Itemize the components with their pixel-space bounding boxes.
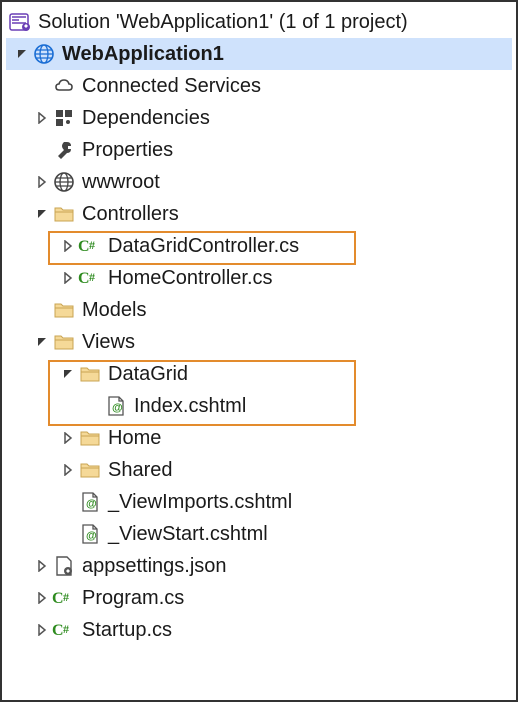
home-controller-label: HomeController.cs [108, 267, 273, 290]
web-project-icon [32, 42, 56, 66]
tree-row-datagrid-controller[interactable]: C# DataGridController.cs [6, 230, 512, 262]
svg-text:C: C [52, 590, 64, 607]
tree-row-home-controller[interactable]: C# HomeController.cs [6, 262, 512, 294]
tree-row-views[interactable]: Views [6, 326, 512, 358]
tree-row-shared-folder[interactable]: Shared [6, 454, 512, 486]
svg-text:#: # [63, 590, 69, 604]
tree-row-wwwroot[interactable]: wwwroot [6, 166, 512, 198]
program-label: Program.cs [82, 587, 184, 610]
tree-row-dependencies[interactable]: Dependencies [6, 102, 512, 134]
cshtml-file-icon: @ [104, 394, 128, 418]
svg-text:C: C [78, 270, 90, 287]
shared-folder-label: Shared [108, 459, 173, 482]
svg-text:#: # [89, 238, 95, 252]
svg-text:#: # [89, 270, 95, 284]
appsettings-label: appsettings.json [82, 555, 227, 578]
datagrid-controller-label: DataGridController.cs [108, 235, 299, 258]
svg-text:@: @ [86, 498, 97, 510]
expander-closed-icon[interactable] [58, 460, 78, 480]
tree-row-index-cshtml[interactable]: @ Index.cshtml [6, 390, 512, 422]
expander-closed-icon[interactable] [58, 268, 78, 288]
expander-open-icon[interactable] [58, 364, 78, 384]
viewstart-label: _ViewStart.cshtml [108, 523, 268, 546]
startup-label: Startup.cs [82, 619, 172, 642]
tree-row-appsettings[interactable]: appsettings.json [6, 550, 512, 582]
svg-text:@: @ [112, 402, 123, 414]
expander-closed-icon[interactable] [32, 108, 52, 128]
connected-services-label: Connected Services [82, 75, 261, 98]
expander-open-icon[interactable] [12, 44, 32, 64]
csharp-file-icon: C# [52, 586, 76, 610]
wrench-icon [52, 138, 76, 162]
folder-icon [78, 426, 102, 450]
tree-row-datagrid-folder[interactable]: DataGrid [6, 358, 512, 390]
cshtml-file-icon: @ [78, 490, 102, 514]
folder-icon [78, 458, 102, 482]
svg-text:C: C [78, 238, 90, 255]
csharp-file-icon: C# [78, 266, 102, 290]
solution-explorer-tree: Solution 'WebApplication1' (1 of 1 proje… [6, 6, 512, 646]
viewimports-label: _ViewImports.cshtml [108, 491, 292, 514]
expander-open-icon[interactable] [32, 204, 52, 224]
solution-icon [8, 10, 32, 34]
svg-text:#: # [63, 622, 69, 636]
properties-label: Properties [82, 139, 173, 162]
tree-row-properties[interactable]: Properties [6, 134, 512, 166]
tree-row-project[interactable]: WebApplication1 [6, 38, 512, 70]
tree-row-connected-services[interactable]: Connected Services [6, 70, 512, 102]
folder-icon [52, 330, 76, 354]
json-file-icon [52, 554, 76, 578]
tree-row-viewimports[interactable]: @ _ViewImports.cshtml [6, 486, 512, 518]
models-label: Models [82, 299, 146, 322]
expander-closed-icon[interactable] [58, 236, 78, 256]
tree-row-solution[interactable]: Solution 'WebApplication1' (1 of 1 proje… [6, 6, 512, 38]
tree-row-startup[interactable]: C# Startup.cs [6, 614, 512, 646]
tree-row-viewstart[interactable]: @ _ViewStart.cshtml [6, 518, 512, 550]
folder-icon [78, 362, 102, 386]
cshtml-file-icon: @ [78, 522, 102, 546]
expander-closed-icon[interactable] [32, 172, 52, 192]
home-folder-label: Home [108, 427, 161, 450]
dependencies-icon [52, 106, 76, 130]
expander-closed-icon[interactable] [32, 620, 52, 640]
folder-icon [52, 202, 76, 226]
expander-open-icon[interactable] [32, 332, 52, 352]
svg-text:C: C [52, 622, 64, 639]
controllers-label: Controllers [82, 203, 179, 226]
csharp-file-icon: C# [78, 234, 102, 258]
views-label: Views [82, 331, 135, 354]
expander-closed-icon[interactable] [58, 428, 78, 448]
tree-row-models[interactable]: Models [6, 294, 512, 326]
expander-closed-icon[interactable] [32, 588, 52, 608]
wwwroot-label: wwwroot [82, 171, 160, 194]
cloud-icon [52, 74, 76, 98]
project-label: WebApplication1 [62, 43, 224, 66]
tree-row-home-folder[interactable]: Home [6, 422, 512, 454]
dependencies-label: Dependencies [82, 107, 210, 130]
csharp-file-icon: C# [52, 618, 76, 642]
index-cshtml-label: Index.cshtml [134, 395, 246, 418]
svg-text:@: @ [86, 530, 97, 542]
globe-icon [52, 170, 76, 194]
tree-row-controllers[interactable]: Controllers [6, 198, 512, 230]
tree-row-program[interactable]: C# Program.cs [6, 582, 512, 614]
solution-label: Solution 'WebApplication1' (1 of 1 proje… [38, 11, 408, 34]
folder-icon [52, 298, 76, 322]
datagrid-folder-label: DataGrid [108, 363, 188, 386]
expander-closed-icon[interactable] [32, 556, 52, 576]
